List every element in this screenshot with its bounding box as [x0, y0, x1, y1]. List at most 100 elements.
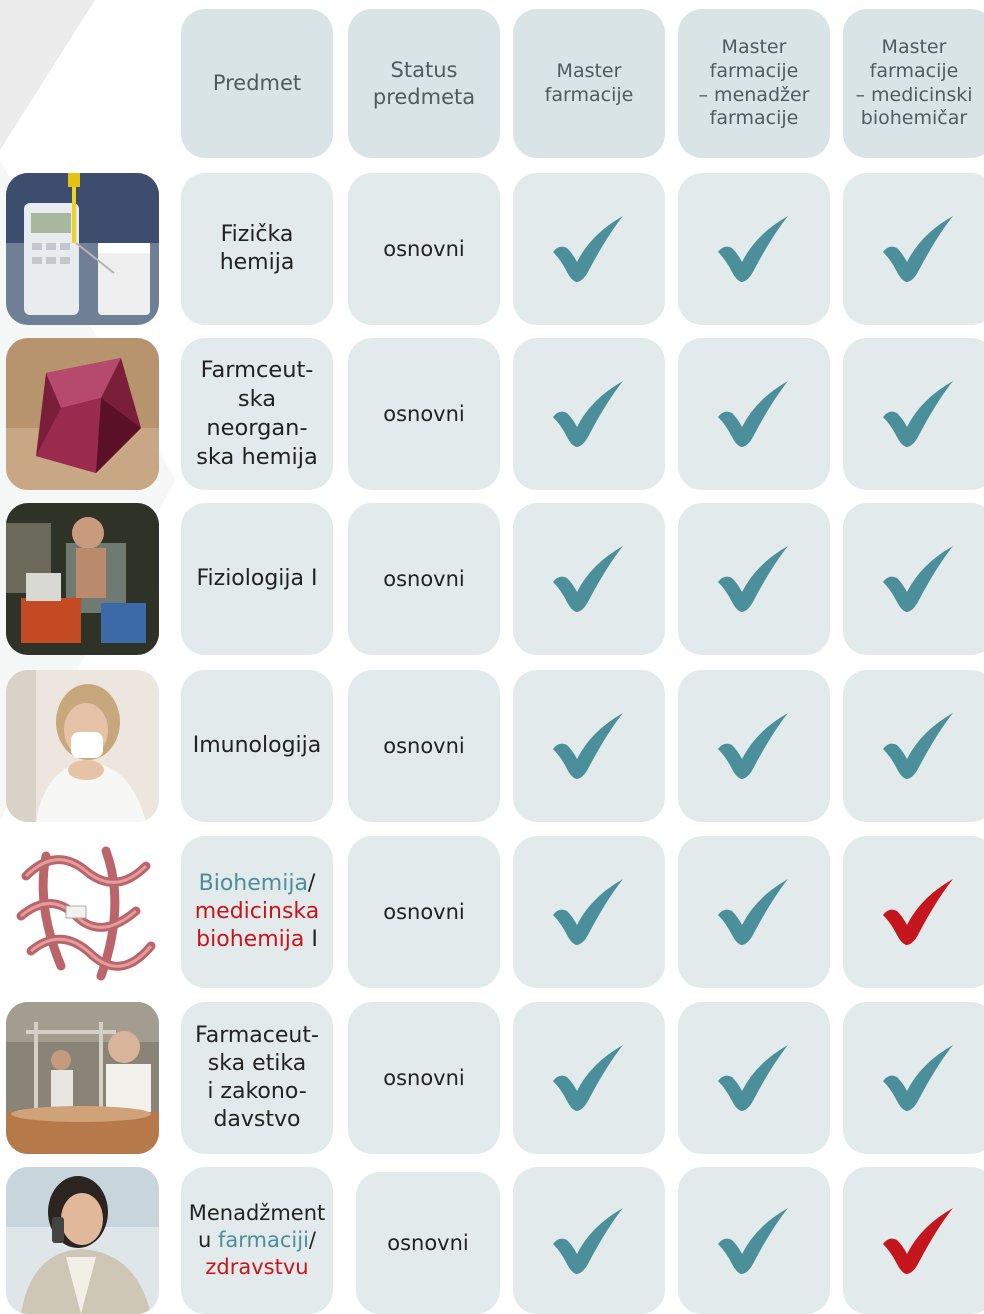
subject-line: Farmaceut-: [195, 1022, 319, 1048]
check-icon: [553, 1207, 623, 1274]
check-cell-master-biohemicar: [843, 503, 984, 655]
check-shape: [553, 879, 623, 945]
subject-line: Menadžment: [188, 1201, 326, 1226]
header-biohemicar-line4: biohemičar: [860, 107, 968, 130]
zdravstvu-link[interactable]: zdravstvu: [189, 1254, 326, 1281]
check-cell-master-farmacije: [513, 338, 665, 490]
check-shape: [553, 381, 623, 447]
subject-cell-menadzment: Menadžment u farmaciji/ zdravstvu: [181, 1167, 333, 1314]
check-cell-master-menadzer: [678, 173, 830, 325]
subject-cell-farmaceutska-neorganska-hemija: Farmceut- ska neorgan- ska hemija: [181, 338, 333, 490]
subject-line: hemija: [219, 250, 295, 275]
check-cell-master-biohemicar: [843, 1167, 984, 1314]
subject-cell-farmaceutska-etika: Farmaceut- ska etika i zakono- davstvo: [181, 1002, 333, 1154]
status-cell: osnovni: [348, 503, 500, 655]
subject-prefix: u: [198, 1228, 218, 1253]
check-icon: [553, 381, 623, 447]
check-cell-master-farmacije: [513, 1002, 665, 1154]
physiology-test-photo: [6, 503, 159, 655]
check-shape: [553, 713, 623, 779]
header-master-menadzer: Master farmacije – menadžer farmacije: [678, 9, 830, 158]
red-check-shape: [883, 879, 953, 945]
subject-cell-biohemija: Biohemija/ medicinska biohemija I: [181, 836, 333, 988]
header-predmet-label: Predmet: [212, 71, 302, 96]
check-shape: [718, 1045, 788, 1111]
red-check-shape: [883, 1207, 953, 1274]
check-cell-master-biohemicar: [843, 836, 984, 988]
status-cell: osnovni: [348, 1002, 500, 1154]
check-icon: [718, 713, 788, 779]
subject-line: Fizička: [220, 221, 294, 247]
check-cell-master-biohemicar: [843, 173, 984, 325]
check-shape: [718, 879, 788, 945]
subject-line: i zakono-: [207, 1079, 307, 1104]
medicinska-link[interactable]: medicinska: [195, 898, 320, 926]
check-shape: [883, 381, 953, 447]
subject-line: ska: [237, 386, 277, 413]
check-shape: [718, 1207, 788, 1274]
check-icon: [883, 713, 953, 779]
red-check-icon: [883, 879, 953, 945]
subject-cell-fizicka-hemija: Fizička hemija: [181, 173, 333, 325]
status-value: osnovni: [383, 567, 465, 591]
subject-cell-fiziologija: Fiziologija I: [181, 503, 333, 655]
woman-sneezing-photo: [6, 670, 159, 822]
header-predmet: Predmet: [181, 9, 333, 158]
check-cell-master-menadzer: [678, 1167, 830, 1314]
thermometer-beaker-photo: [6, 173, 159, 325]
check-icon: [718, 216, 788, 282]
roman-numeral: I: [304, 927, 318, 953]
check-shape: [553, 216, 623, 282]
check-shape: [553, 546, 623, 612]
check-cell-master-farmacije: [513, 836, 665, 988]
header-master-farmacije: Master farmacije: [513, 9, 665, 158]
check-shape: [718, 713, 788, 779]
header-master-line2: farmacije: [544, 83, 634, 106]
subject-line: Fiziologija I: [196, 565, 318, 591]
check-shape: [718, 216, 788, 282]
status-cell: osnovni: [348, 670, 500, 822]
protein-structure-illustration: [6, 836, 159, 988]
status-cell: osnovni: [348, 836, 500, 988]
check-icon: [553, 216, 623, 282]
subject-line: ska etika: [207, 1050, 307, 1076]
header-menadzer-line3: – menadžer: [698, 83, 810, 106]
header-status-line2: predmeta: [372, 84, 476, 109]
biohemija-link[interactable]: Biohemija: [199, 871, 308, 896]
woman-phone-photo: [6, 1167, 159, 1314]
check-cell-master-farmacije: [513, 173, 665, 325]
check-icon: [718, 1045, 788, 1111]
check-icon: [883, 546, 953, 612]
subject-line: ska hemija: [196, 443, 318, 470]
pharmacy-lab-photo: [6, 1002, 159, 1154]
header-biohemicar-line3: – medicinski: [855, 83, 973, 106]
header-master-line1: Master: [556, 59, 622, 82]
status-value: osnovni: [383, 402, 465, 426]
status-value: osnovni: [387, 1231, 469, 1255]
header-biohemicar-line2: farmacije: [869, 59, 959, 82]
red-check-icon: [883, 1207, 953, 1274]
check-shape: [883, 216, 953, 282]
check-cell-master-menadzer: [678, 338, 830, 490]
check-shape: [883, 1045, 953, 1111]
header-status-line1: Status: [390, 58, 458, 83]
subject-cell-imunologija: Imunologija: [181, 670, 333, 822]
subject-line: Imunologija: [192, 732, 322, 758]
subject-line: Farmceut-: [200, 357, 314, 384]
check-icon: [718, 381, 788, 447]
check-icon: [718, 1207, 788, 1274]
header-biohemicar-line1: Master: [881, 36, 947, 58]
check-icon: [883, 1045, 953, 1111]
status-value: osnovni: [383, 734, 465, 758]
biohemija-link-red[interactable]: biohemija: [196, 927, 304, 952]
status-value: osnovni: [383, 237, 465, 261]
check-icon: [718, 879, 788, 945]
check-icon: [553, 879, 623, 945]
check-icon: [553, 713, 623, 779]
red-crystal-photo: [6, 338, 159, 490]
status-cell: osnovni: [348, 338, 500, 490]
farmaciji-link[interactable]: farmaciji: [218, 1228, 309, 1252]
check-shape: [553, 1207, 623, 1274]
slash-separator: /: [307, 870, 316, 896]
slash-separator: /: [308, 1228, 316, 1253]
